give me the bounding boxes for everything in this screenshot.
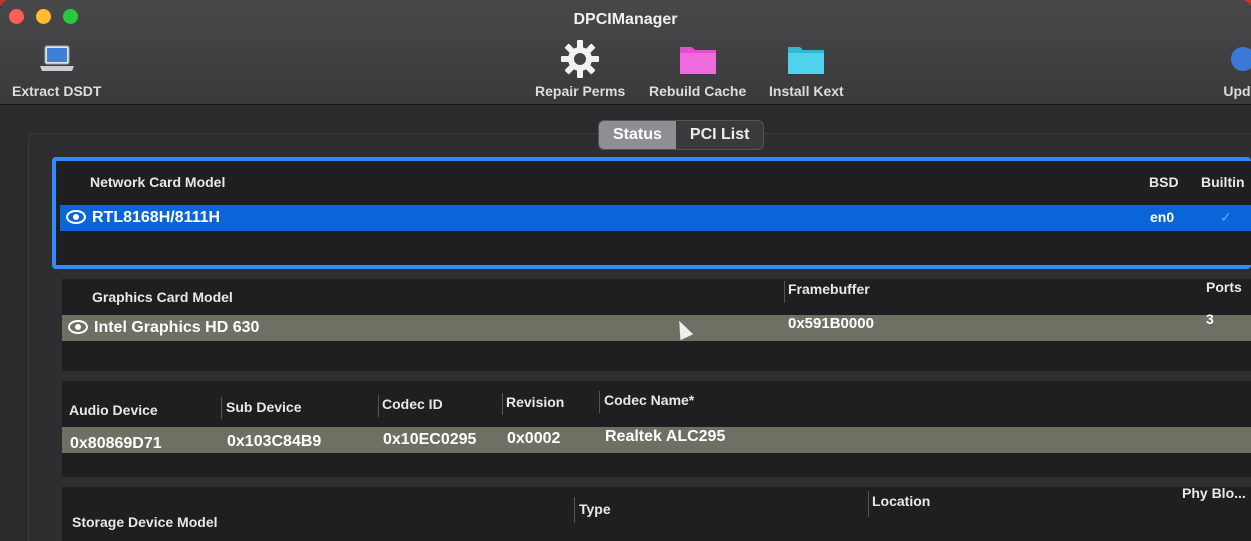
column-bsd[interactable]: BSD (1149, 174, 1179, 190)
folder-icon (677, 40, 719, 78)
framebuffer-cell: 0x591B0000 (788, 315, 874, 332)
column-ports[interactable]: Ports (1206, 279, 1242, 295)
gear-icon (559, 40, 601, 78)
table-row[interactable]: Intel Graphics HD 630 0x591B0000 3 (62, 311, 1251, 341)
storage-table[interactable]: Storage Device Model Type Location Phy B… (62, 485, 1251, 541)
bsd-cell: en0 (1150, 209, 1175, 225)
ports-cell: 3 (1206, 311, 1214, 327)
globe-icon (1216, 40, 1251, 78)
column-framebuffer[interactable]: Framebuffer (788, 281, 870, 297)
install-kext-button[interactable]: Install Kext (769, 40, 844, 99)
title-toolbar: DPCIManager Extract DSDT Repair Perms Re… (0, 0, 1251, 105)
network-table[interactable]: Network Card Model BSD Builtin RTL8168H/… (52, 157, 1251, 269)
main-content: Status PCI List Network Card Model BSD B… (0, 105, 1251, 541)
audio-device-cell: 0x80869D71 (70, 435, 162, 452)
extract-dsdt-label: Extract DSDT (12, 83, 102, 99)
column-network-card-model[interactable]: Network Card Model (90, 174, 225, 190)
table-row[interactable]: 0x80869D71 0x103C84B9 0x10EC0295 0x0002 … (62, 427, 1251, 453)
column-codec-id[interactable]: Codec ID (382, 396, 443, 412)
sub-device-cell: 0x103C84B9 (227, 433, 322, 450)
laptop-icon (36, 40, 78, 78)
folder-icon (785, 40, 827, 78)
column-sub-device[interactable]: Sub Device (226, 399, 301, 415)
checkmark-icon: ✓ (1220, 209, 1232, 225)
eye-icon (66, 210, 86, 224)
update-button[interactable]: Upd (1216, 40, 1251, 99)
tab-pci-list[interactable]: PCI List (676, 121, 764, 149)
column-separator (502, 393, 503, 415)
codec-name-cell: Realtek ALC295 (605, 428, 726, 445)
codec-id-cell: 0x10EC0295 (383, 431, 477, 448)
column-graphics-card-model[interactable]: Graphics Card Model (92, 289, 233, 305)
column-audio-device[interactable]: Audio Device (69, 402, 158, 418)
column-separator (868, 491, 869, 517)
extract-dsdt-button[interactable]: Extract DSDT (12, 40, 101, 99)
rebuild-cache-button[interactable]: Rebuild Cache (649, 40, 746, 99)
column-phy-block[interactable]: Phy Blo... (1182, 485, 1246, 501)
repair-perms-button[interactable]: Repair Perms (535, 40, 625, 99)
column-separator (784, 281, 785, 303)
tab-status[interactable]: Status (599, 121, 676, 149)
column-separator (574, 497, 575, 523)
column-builtin[interactable]: Builtin (1201, 174, 1245, 190)
dpcimanager-window: DPCIManager Extract DSDT Repair Perms Re… (0, 0, 1251, 541)
view-tabs: Status PCI List (598, 120, 765, 150)
column-storage-device-model[interactable]: Storage Device Model (72, 514, 218, 530)
table-row[interactable]: RTL8168H/8111H en0 ✓ (60, 205, 1251, 231)
revision-cell: 0x0002 (507, 430, 561, 447)
column-revision[interactable]: Revision (506, 394, 564, 410)
repair-perms-label: Repair Perms (535, 83, 626, 99)
graphics-table[interactable]: Graphics Card Model Framebuffer Ports In… (62, 279, 1251, 371)
column-codec-name[interactable]: Codec Name* (604, 392, 694, 408)
column-separator (599, 391, 600, 413)
network-model-cell: RTL8168H/8111H (92, 209, 221, 226)
audio-table[interactable]: Audio Device Sub Device Codec ID Revisio… (62, 381, 1251, 477)
update-label: Upd (1223, 83, 1251, 99)
eye-icon (68, 320, 88, 334)
rebuild-cache-label: Rebuild Cache (649, 83, 747, 99)
column-separator (378, 395, 379, 417)
column-type[interactable]: Type (579, 501, 611, 517)
window-title: DPCIManager (573, 11, 678, 28)
graphics-model-cell: Intel Graphics HD 630 (94, 319, 260, 336)
column-location[interactable]: Location (872, 493, 930, 509)
install-kext-label: Install Kext (769, 83, 844, 99)
column-separator (221, 397, 222, 419)
